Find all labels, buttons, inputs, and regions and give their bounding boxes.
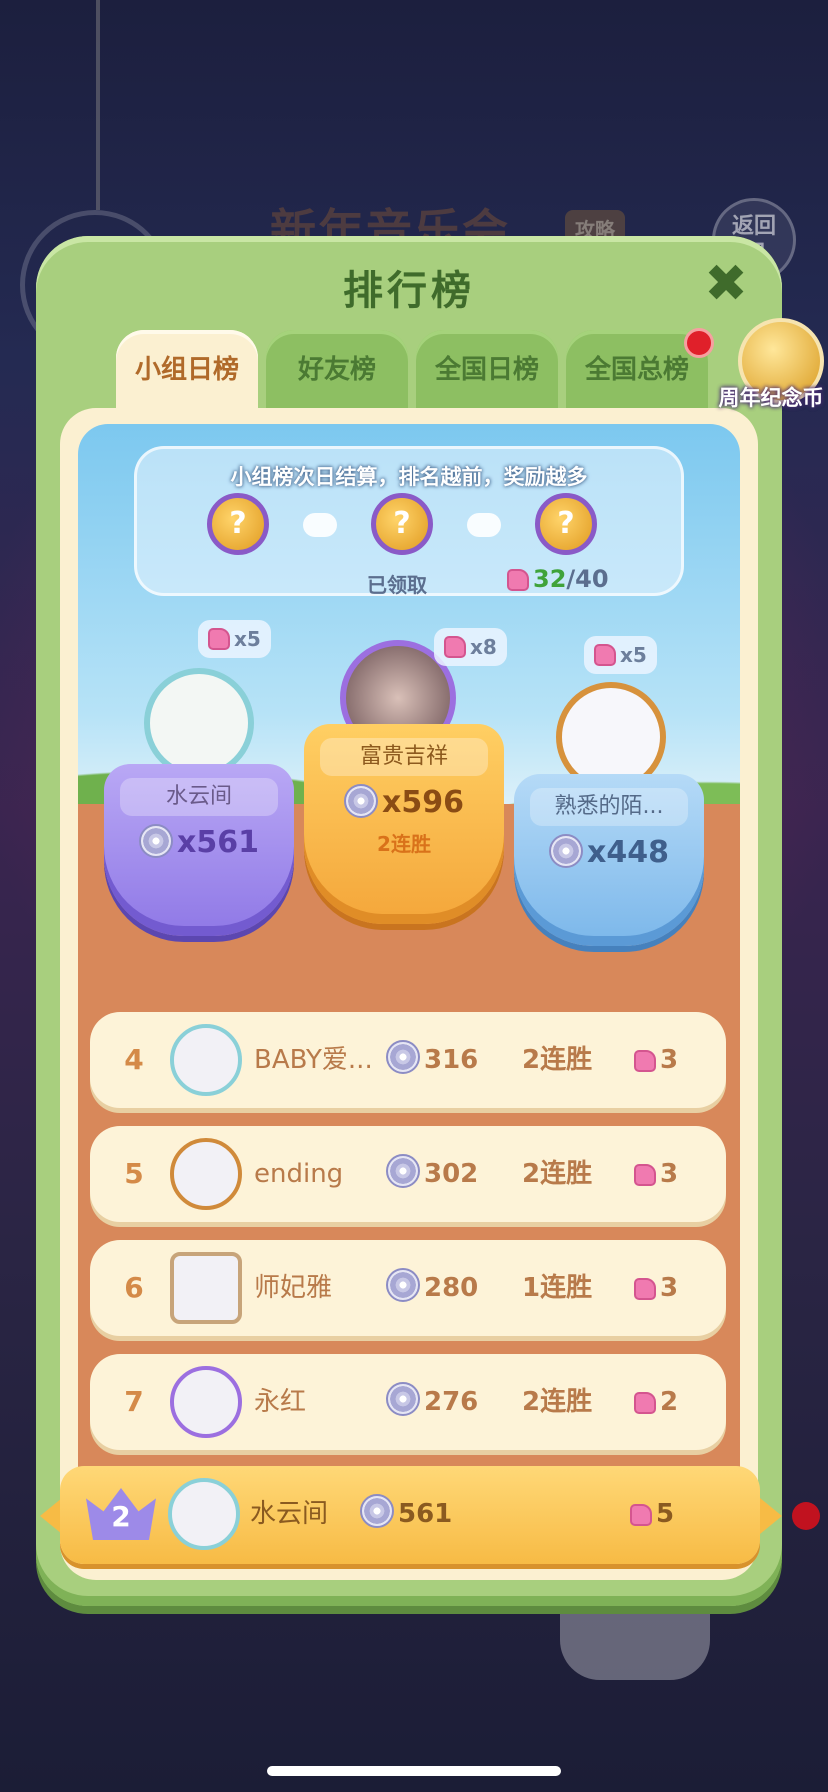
card-progress: 32/40 <box>507 565 609 593</box>
reward-chest-3[interactable]: ? <box>535 493 597 555</box>
card-count: 3 <box>634 1240 678 1336</box>
home-indicator[interactable] <box>267 1766 561 1776</box>
player-score: x561 <box>104 824 294 860</box>
disc-icon <box>386 1268 420 1302</box>
reward-chest-1[interactable]: ? <box>207 493 269 555</box>
card-count-bubble: x5 <box>584 636 657 674</box>
leaderboard-panel: 小组榜次日结算，排名越前，奖励越多 ? ? ? 已领取 32/40 x5 水云间… <box>60 408 758 1580</box>
tab-friends[interactable]: 好友榜 <box>266 330 408 408</box>
reward-chest-2[interactable]: ? <box>371 493 433 555</box>
player-score: x596 <box>304 784 504 820</box>
arrow-icon <box>467 513 501 537</box>
player-name: 永红 <box>254 1387 307 1417</box>
disc-icon <box>360 1494 394 1528</box>
avatar[interactable] <box>170 1252 242 1324</box>
podium-second: 水云间 x561 <box>104 764 294 936</box>
player-name: BABY爱... <box>254 1045 373 1075</box>
card-count: 2 <box>634 1354 678 1450</box>
progress-total: /40 <box>566 565 609 593</box>
tab-national-daily[interactable]: 全国日榜 <box>416 330 558 408</box>
podium-third: 熟悉的陌... x448 <box>514 774 704 946</box>
card-count-bubble: x8 <box>434 628 507 666</box>
list-item[interactable]: 5 ending 302 2连胜 3 <box>90 1126 726 1222</box>
card-icon <box>594 644 616 666</box>
notification-dot <box>792 1502 820 1530</box>
win-streak: 2连胜 <box>522 1159 593 1189</box>
disc-icon <box>549 834 583 868</box>
card-icon <box>634 1278 656 1300</box>
card-count: 3 <box>634 1012 678 1108</box>
rank-number: 6 <box>124 1271 144 1304</box>
list-item[interactable]: 6 师妃雅 280 1连胜 3 <box>90 1240 726 1336</box>
avatar[interactable] <box>168 1478 240 1550</box>
avatar[interactable] <box>170 1138 242 1210</box>
arrow-icon <box>303 513 337 537</box>
progress-current: 32 <box>533 565 567 593</box>
card-icon <box>630 1504 652 1526</box>
avatar[interactable] <box>144 668 254 778</box>
card-count-bubble: x5 <box>198 620 271 658</box>
player-name: ending <box>254 1159 344 1189</box>
crown-icon: 2 <box>86 1488 156 1540</box>
player-name: 师妃雅 <box>254 1273 333 1303</box>
card-icon <box>444 636 466 658</box>
claimed-label: 已领取 <box>367 573 427 597</box>
arrow-left-icon <box>40 1498 62 1534</box>
disc-icon <box>386 1040 420 1074</box>
player-score: 280 <box>386 1240 478 1336</box>
player-name: 水云间 <box>120 778 278 816</box>
arrow-right-icon <box>760 1498 782 1534</box>
player-score: 276 <box>386 1354 478 1450</box>
player-name: 水云间 <box>250 1499 329 1529</box>
leaderboard-modal: 排行榜 ✖ 小组日榜 好友榜 全国日榜 全国总榜 小组榜次日结算，排名越前，奖励… <box>36 236 782 1606</box>
tab-group-daily[interactable]: 小组日榜 <box>116 330 258 416</box>
avatar[interactable] <box>170 1024 242 1096</box>
player-score: 561 <box>360 1466 452 1562</box>
ranking-scene: 小组榜次日结算，排名越前，奖励越多 ? ? ? 已领取 32/40 x5 水云间… <box>78 424 740 1544</box>
my-rank-bar[interactable]: 2 水云间 561 5 <box>60 1466 760 1564</box>
disc-icon <box>386 1154 420 1188</box>
rank-number: 4 <box>124 1043 144 1076</box>
anniversary-coin-label[interactable]: 周年纪念币 <box>714 382 828 412</box>
win-streak: 1连胜 <box>522 1273 593 1303</box>
list-item[interactable]: 7 永红 276 2连胜 2 <box>90 1354 726 1450</box>
disc-icon <box>386 1382 420 1416</box>
rank-number: 7 <box>124 1385 144 1418</box>
modal-title: 排行榜 <box>343 268 475 314</box>
lamp-wire <box>96 0 100 210</box>
win-streak: 2连胜 <box>522 1045 593 1075</box>
card-icon <box>634 1392 656 1414</box>
player-name: 熟悉的陌... <box>530 788 688 826</box>
settlement-text: 小组榜次日结算，排名越前，奖励越多 <box>230 465 588 489</box>
card-count: 5 <box>630 1466 674 1562</box>
tab-notification-dot <box>684 328 714 358</box>
player-score: 302 <box>386 1126 478 1222</box>
player-name: 富贵吉祥 <box>320 738 488 776</box>
card-icon <box>507 569 529 591</box>
tab-bar: 小组日榜 好友榜 全国日榜 全国总榜 <box>116 330 708 416</box>
win-streak: 2连胜 <box>377 832 431 856</box>
disc-icon <box>139 824 173 858</box>
avatar[interactable] <box>170 1366 242 1438</box>
win-streak: 2连胜 <box>522 1387 593 1417</box>
card-icon <box>208 628 230 650</box>
player-score: 316 <box>386 1012 478 1108</box>
podium-first: 富贵吉祥 x596 2连胜 <box>304 724 504 924</box>
player-score: x448 <box>514 834 704 870</box>
card-icon <box>634 1164 656 1186</box>
card-count: 3 <box>634 1126 678 1222</box>
rank-number: 5 <box>124 1157 144 1190</box>
disc-icon <box>344 784 378 818</box>
settlement-box: 小组榜次日结算，排名越前，奖励越多 ? ? ? 已领取 32/40 <box>134 446 684 597</box>
list-item[interactable]: 4 BABY爱... 316 2连胜 3 <box>90 1012 726 1108</box>
close-icon[interactable]: ✖ <box>698 256 754 312</box>
card-icon <box>634 1050 656 1072</box>
